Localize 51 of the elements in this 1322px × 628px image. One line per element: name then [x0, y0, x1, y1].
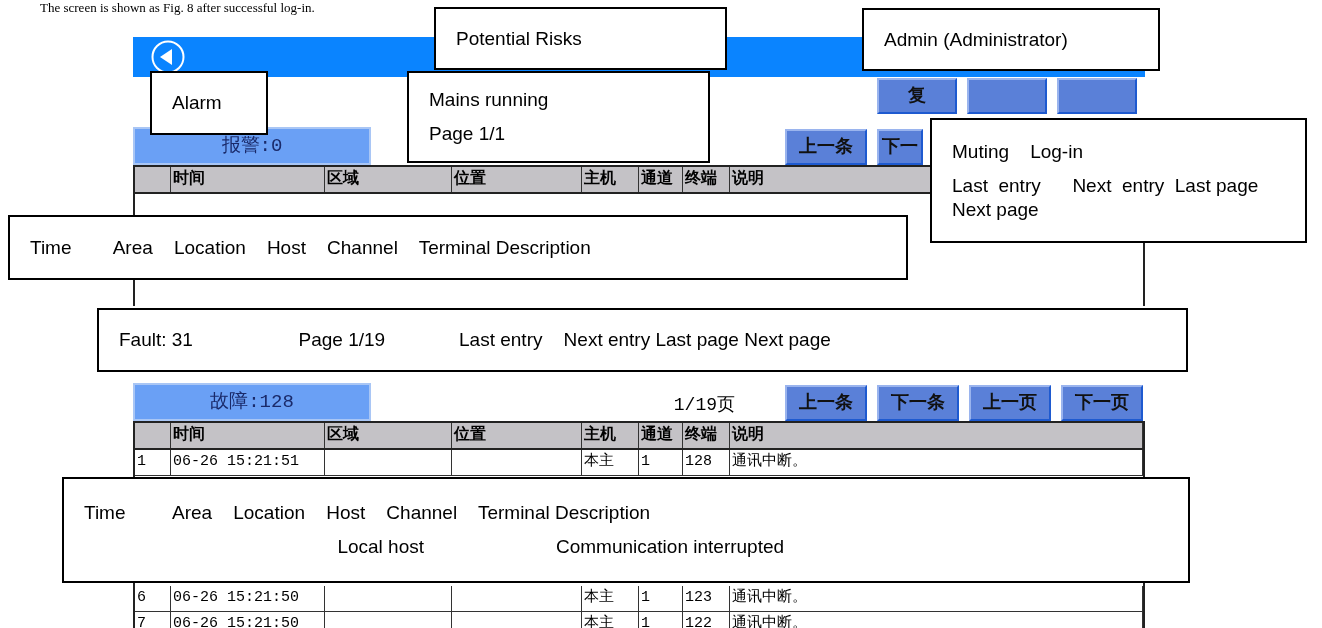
page-indicator: 1/19页	[673, 394, 735, 417]
nav-button[interactable]: 下一页	[1061, 385, 1143, 421]
callout-text: Muting Log-in	[952, 139, 1084, 164]
column-header: 终端	[683, 423, 730, 448]
table-cell: 7	[135, 612, 171, 628]
callout-text: Local host Communication interrupted	[336, 535, 786, 559]
table-cell: 6	[135, 586, 171, 611]
table-cell: 通讯中断。	[730, 450, 1143, 475]
nav-button[interactable]: 上一条	[785, 129, 867, 165]
count-label: 故障:128	[133, 383, 371, 421]
column-header: 位置	[452, 423, 582, 448]
table-cell: 123	[683, 586, 730, 611]
table-cell: 本主	[582, 450, 639, 475]
nav-button[interactable]: 上一页	[969, 385, 1051, 421]
column-header: 时间	[171, 423, 325, 448]
column-header: 时间	[171, 167, 325, 192]
column-header: 通道	[639, 167, 683, 192]
callout-text: Admin (Administrator)	[884, 27, 1069, 52]
callout-text: Page 1/1	[429, 122, 507, 146]
column-header: 区域	[325, 167, 452, 192]
panel-button[interactable]: 复	[877, 78, 957, 114]
caption-text: The screen is shown as Fig. 8 after successful log-in.	[40, 0, 316, 15]
panel-button[interactable]	[967, 78, 1047, 114]
table-cell: 06-26 15:21:50	[171, 612, 325, 628]
table-cell: 1	[639, 586, 683, 611]
column-header: 主机	[582, 167, 639, 192]
table-cell: 122	[683, 612, 730, 628]
table-cell: 本主	[582, 586, 639, 611]
nav-button[interactable]: 下一	[877, 129, 923, 165]
table-cell: 1	[639, 612, 683, 628]
column-header: 终端	[683, 167, 730, 192]
table-cell: 06-26 15:21:50	[171, 586, 325, 611]
callout-text: Alarm	[172, 91, 223, 115]
column-header: 位置	[452, 167, 582, 192]
column-header: 主机	[582, 423, 639, 448]
table-cell: 1	[639, 450, 683, 475]
column-header: 说明	[730, 423, 1143, 448]
table-cell: 06-26 15:21:51	[171, 450, 325, 475]
panel-button[interactable]	[1057, 78, 1137, 114]
table-cell: 1	[135, 450, 171, 475]
column-header: 通道	[639, 423, 683, 448]
callout-text: Potential Risks	[456, 26, 583, 51]
nav-button[interactable]: 下一条	[877, 385, 959, 421]
callout-text: Time Area Location Host Channel Terminal Description	[84, 501, 652, 525]
table-cell: 128	[683, 450, 730, 475]
table-cell: 通讯中断。	[730, 586, 1143, 611]
callout-text: Fault: 31 Page 1/19 Last entry Next entry Last page Next page	[119, 328, 832, 352]
column-header: 区域	[325, 423, 452, 448]
callout-text: Time Area Location Host Channel Terminal Description	[30, 235, 592, 260]
nav-button[interactable]: 上一条	[785, 385, 867, 421]
callout-text: Mains running	[429, 88, 550, 112]
